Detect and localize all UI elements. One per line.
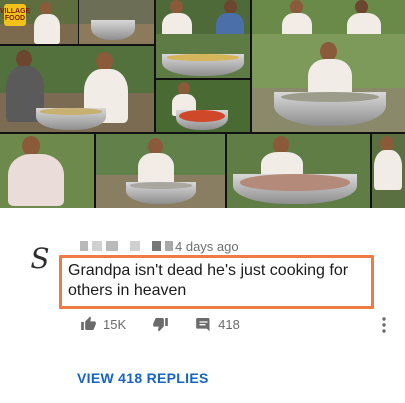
thumbnail-tile — [227, 134, 370, 208]
comment-item: S 4 days ago Grandpa isn't dead he's jus… — [0, 208, 405, 403]
redacted-author-name — [130, 241, 140, 251]
thumbnail-tile — [252, 34, 405, 132]
thumbs-down-icon — [152, 316, 169, 332]
like-count: 15K — [103, 316, 127, 332]
view-replies-link[interactable]: VIEW 418 REPLIES — [77, 370, 209, 386]
redacted-author-name — [92, 241, 102, 251]
reply-button[interactable]: 418 — [195, 316, 240, 332]
like-button[interactable]: 15K — [80, 316, 126, 332]
redacted-author-name — [152, 241, 161, 251]
thumbnail-tile — [0, 46, 154, 132]
thumbnail-tile — [372, 134, 405, 208]
redacted-author-name — [80, 241, 88, 251]
comment-meta: 4 days ago — [80, 238, 239, 254]
thumbnail-tile — [79, 0, 154, 44]
reply-comment-icon — [195, 316, 212, 332]
thumbnail-tile — [96, 134, 225, 208]
comment-timestamp: 4 days ago — [175, 238, 239, 254]
comment-actions: 15K 418 — [80, 315, 266, 333]
video-thumbnail-collage[interactable]: VILLAGE FOOD — [0, 0, 405, 208]
thumbnail-tile — [0, 134, 94, 208]
dislike-button[interactable] — [152, 316, 169, 332]
thumbs-up-icon — [80, 316, 97, 332]
thumbnail-tile: VILLAGE FOOD — [0, 0, 78, 44]
comment-body: Grandpa isn't dead he's just cooking for… — [68, 262, 349, 299]
more-vert-icon[interactable] — [380, 316, 388, 334]
reply-count: 418 — [218, 316, 240, 332]
redacted-author-name — [165, 241, 173, 251]
thumbnail-tile — [156, 80, 250, 132]
thumbnail-tile — [156, 34, 250, 78]
redacted-author-name — [106, 241, 118, 251]
author-avatar[interactable]: S — [24, 244, 56, 274]
channel-logo: VILLAGE FOOD — [0, 4, 30, 26]
